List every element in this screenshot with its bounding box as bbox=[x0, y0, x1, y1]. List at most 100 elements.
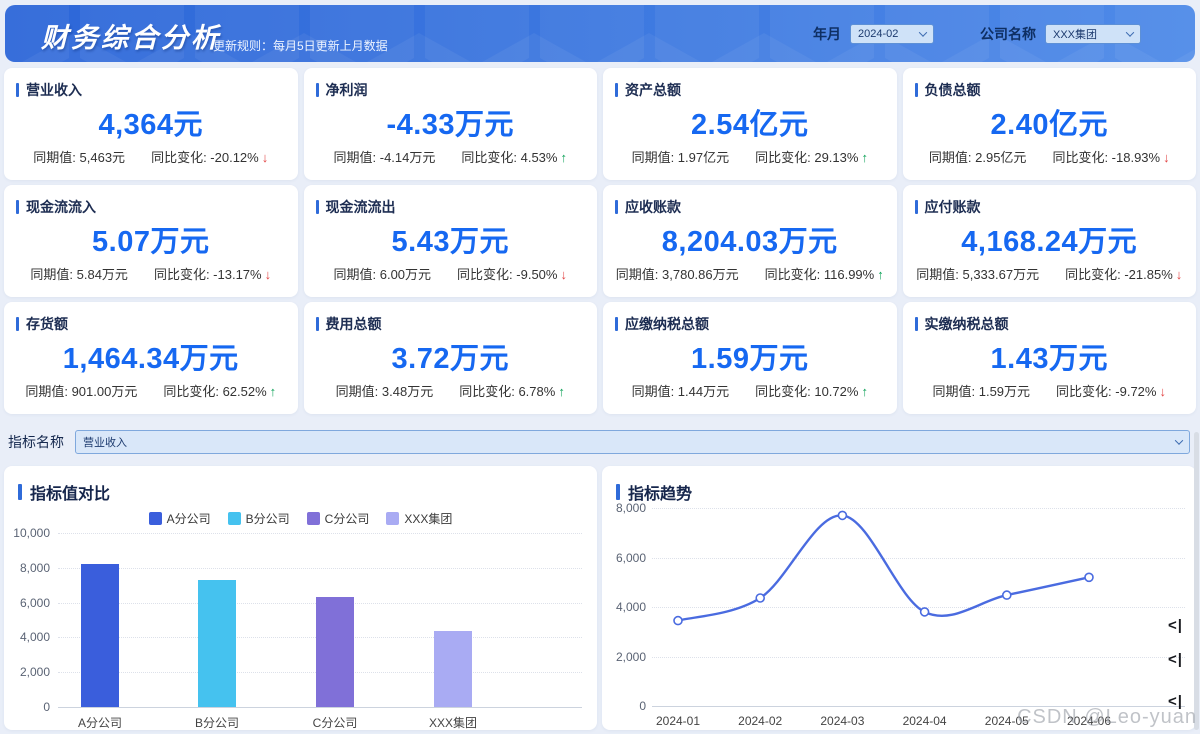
indicator-row: 指标名称 营业收入 bbox=[8, 430, 1190, 454]
kpi-card: 净利润 -4.33万元 同期值: -4.14万元 同比变化: 4.53%↑ bbox=[304, 68, 598, 180]
y-tick-label: 4,000 bbox=[6, 630, 50, 644]
title-accent-bar bbox=[16, 200, 19, 214]
indicator-name-label: 指标名称 bbox=[8, 432, 64, 452]
trend-arrow-icon: ↑ bbox=[877, 267, 884, 282]
kpi-value: 2.40亿元 bbox=[903, 101, 1197, 143]
collapse-handle-icon[interactable]: <| bbox=[1168, 652, 1183, 667]
collapse-handle-icon[interactable]: <| bbox=[1168, 618, 1183, 633]
kpi-yoy: 同比变化: -20.12%↓ bbox=[151, 147, 268, 166]
kpi-value: 1,464.34万元 bbox=[4, 335, 298, 377]
kpi-value: 4,168.24万元 bbox=[903, 218, 1197, 260]
kpi-yoy: 同比变化: 10.72%↑ bbox=[755, 381, 868, 400]
company-select-value: XXX集团 bbox=[1053, 26, 1097, 42]
title-accent-bar bbox=[316, 83, 319, 97]
bar-legend: A分公司 B分公司 C分公司 XXX集团 bbox=[4, 510, 597, 527]
title-accent-bar bbox=[16, 83, 19, 97]
x-tick-label: B分公司 bbox=[172, 714, 262, 731]
kpi-title: 存货额 bbox=[26, 314, 68, 334]
kpi-yoy: 同比变化: 116.99%↑ bbox=[765, 264, 884, 283]
company-select[interactable]: XXX集团 bbox=[1045, 24, 1141, 44]
trend-arrow-icon: ↓ bbox=[265, 267, 272, 282]
title-accent-bar bbox=[615, 200, 618, 214]
title-accent-bar bbox=[615, 83, 618, 97]
kpi-prev: 同期值: 5,463元 bbox=[33, 147, 125, 166]
data-point-marker bbox=[838, 511, 846, 519]
indicator-select[interactable]: 营业收入 bbox=[75, 430, 1190, 454]
trend-arrow-icon: ↑ bbox=[270, 384, 277, 399]
title-accent-bar bbox=[915, 200, 918, 214]
data-point-marker bbox=[1085, 573, 1093, 581]
kpi-yoy: 同比变化: -18.93%↓ bbox=[1052, 147, 1169, 166]
legend-item[interactable]: XXX集团 bbox=[386, 510, 452, 527]
indicator-select-value: 营业收入 bbox=[83, 434, 127, 450]
gridline bbox=[58, 533, 582, 534]
kpi-title: 净利润 bbox=[326, 80, 368, 100]
kpi-title: 资产总额 bbox=[625, 80, 681, 100]
kpi-title: 负债总额 bbox=[925, 80, 981, 100]
kpi-value: 5.43万元 bbox=[304, 218, 598, 260]
kpi-prev: 同期值: 901.00万元 bbox=[25, 381, 137, 400]
month-filter-label: 年月 bbox=[813, 24, 841, 44]
legend-label: B分公司 bbox=[246, 510, 290, 527]
kpi-title: 现金流流入 bbox=[26, 197, 96, 217]
legend-item[interactable]: A分公司 bbox=[149, 510, 211, 527]
kpi-prev: 同期值: 1.97亿元 bbox=[632, 147, 730, 166]
bar bbox=[316, 597, 354, 707]
compare-panel-title: 指标值对比 bbox=[30, 480, 110, 504]
kpi-prev: 同期值: 2.95亿元 bbox=[929, 147, 1027, 166]
kpi-value: 1.43万元 bbox=[903, 335, 1197, 377]
data-point-marker bbox=[921, 608, 929, 616]
kpi-prev: 同期值: 3.48万元 bbox=[336, 381, 434, 400]
kpi-title: 营业收入 bbox=[26, 80, 82, 100]
page-title: 财务综合分析 bbox=[41, 16, 221, 55]
y-tick-label: 6,000 bbox=[6, 596, 50, 610]
kpi-prev: 同期值: 3,780.86万元 bbox=[616, 264, 739, 283]
legend-item[interactable]: C分公司 bbox=[307, 510, 370, 527]
kpi-yoy: 同比变化: 62.52%↑ bbox=[163, 381, 276, 400]
kpi-value: 8,204.03万元 bbox=[603, 218, 897, 260]
kpi-prev: 同期值: 1.44万元 bbox=[632, 381, 730, 400]
x-axis-line bbox=[58, 707, 582, 708]
scrollbar[interactable] bbox=[1194, 432, 1199, 730]
kpi-title: 实缴纳税总额 bbox=[925, 314, 1009, 334]
title-accent-bar bbox=[615, 317, 618, 331]
legend-label: A分公司 bbox=[167, 510, 211, 527]
y-tick-label: 2,000 bbox=[6, 665, 50, 679]
kpi-card: 现金流流出 5.43万元 同期值: 6.00万元 同比变化: -9.50%↓ bbox=[304, 185, 598, 297]
kpi-value: 3.72万元 bbox=[304, 335, 598, 377]
kpi-value: 5.07万元 bbox=[4, 218, 298, 260]
kpi-card: 应付账款 4,168.24万元 同期值: 5,333.67万元 同比变化: -2… bbox=[903, 185, 1197, 297]
trend-arrow-icon: ↓ bbox=[560, 267, 567, 282]
kpi-card: 现金流流入 5.07万元 同期值: 5.84万元 同比变化: -13.17%↓ bbox=[4, 185, 298, 297]
trend-arrow-icon: ↓ bbox=[1176, 267, 1183, 282]
kpi-prev: 同期值: 1.59万元 bbox=[933, 381, 1031, 400]
trend-arrow-icon: ↑ bbox=[861, 150, 868, 165]
legend-swatch bbox=[228, 512, 241, 525]
kpi-card: 应收账款 8,204.03万元 同期值: 3,780.86万元 同比变化: 11… bbox=[603, 185, 897, 297]
legend-label: XXX集团 bbox=[404, 510, 452, 527]
trend-arrow-icon: ↑ bbox=[558, 384, 565, 399]
trend-arrow-icon: ↑ bbox=[560, 150, 567, 165]
kpi-value: 4,364元 bbox=[4, 101, 298, 143]
kpi-yoy: 同比变化: 6.78%↑ bbox=[459, 381, 565, 400]
trend-line-svg bbox=[602, 466, 1196, 730]
legend-item[interactable]: B分公司 bbox=[228, 510, 290, 527]
data-point-marker bbox=[674, 617, 682, 625]
kpi-prev: 同期值: 5.84万元 bbox=[30, 264, 128, 283]
chevron-down-icon bbox=[1126, 28, 1134, 36]
trend-arrow-icon: ↓ bbox=[1159, 384, 1166, 399]
trend-line-path bbox=[678, 515, 1089, 620]
title-accent-bar bbox=[616, 484, 620, 500]
kpi-title: 应缴纳税总额 bbox=[625, 314, 709, 334]
kpi-grid: 营业收入 4,364元 同期值: 5,463元 同比变化: -20.12%↓ 净… bbox=[4, 68, 1196, 414]
kpi-title: 应付账款 bbox=[925, 197, 981, 217]
kpi-card: 费用总额 3.72万元 同期值: 3.48万元 同比变化: 6.78%↑ bbox=[304, 302, 598, 414]
y-tick-label: 8,000 bbox=[6, 561, 50, 575]
y-tick-label: 10,000 bbox=[6, 526, 50, 540]
kpi-card: 应缴纳税总额 1.59万元 同期值: 1.44万元 同比变化: 10.72%↑ bbox=[603, 302, 897, 414]
month-select[interactable]: 2024-02 bbox=[850, 24, 934, 44]
x-tick-label: A分公司 bbox=[55, 714, 145, 731]
kpi-yoy: 同比变化: 4.53%↑ bbox=[461, 147, 567, 166]
kpi-yoy: 同比变化: 29.13%↑ bbox=[755, 147, 868, 166]
kpi-title: 现金流流出 bbox=[326, 197, 396, 217]
